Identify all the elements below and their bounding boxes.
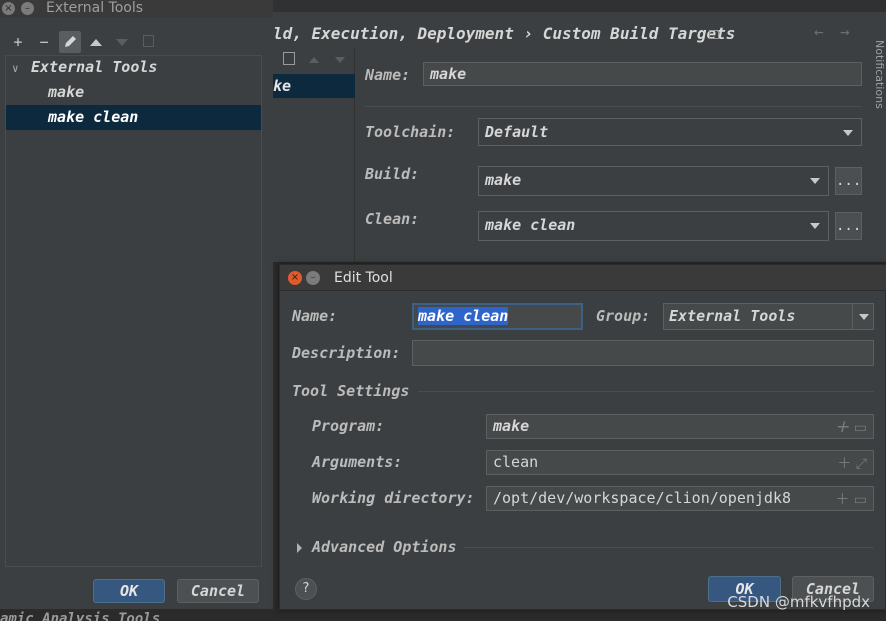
external-tools-window: × – External Tools + − ∨ External Tools … bbox=[0, 0, 273, 621]
divider bbox=[852, 304, 853, 329]
back-arrow-icon[interactable]: ← bbox=[814, 22, 824, 41]
breadcrumb-current: Custom Build Targets bbox=[542, 24, 736, 43]
arrow-up-icon[interactable] bbox=[90, 39, 102, 46]
path-actions: ＋ ▭ bbox=[835, 417, 867, 438]
edit-button[interactable] bbox=[59, 31, 81, 53]
minimize-icon[interactable]: – bbox=[21, 2, 34, 15]
forward-arrow-icon[interactable]: → bbox=[840, 22, 850, 41]
expand-icon[interactable]: ⤢ bbox=[856, 456, 867, 472]
advanced-options-toggle[interactable]: Advanced Options bbox=[312, 538, 457, 556]
layout-icon[interactable] bbox=[709, 30, 719, 39]
pencil-icon bbox=[65, 36, 76, 47]
chevron-down-icon bbox=[859, 314, 869, 320]
settings-top-strip bbox=[273, 0, 886, 12]
group-select[interactable]: External Tools bbox=[663, 303, 874, 330]
watermark: CSDN @mfkvfhpdx bbox=[727, 593, 870, 611]
folder-icon[interactable]: ▭ bbox=[854, 420, 867, 436]
build-select[interactable]: make bbox=[478, 166, 829, 196]
arguments-value: clean bbox=[493, 453, 539, 471]
build-value: make bbox=[485, 171, 522, 189]
toolchain-value: Default bbox=[485, 123, 549, 141]
working-directory-label: Working directory: bbox=[312, 489, 475, 507]
add-icon[interactable]: + bbox=[7, 31, 29, 53]
group-label: Group: bbox=[596, 307, 651, 325]
divider bbox=[418, 391, 874, 392]
path-actions: ＋ ⤢ bbox=[837, 453, 867, 474]
working-directory-value: /opt/dev/workspace/clion/openjdk8 bbox=[493, 489, 792, 507]
notifications-side-tab[interactable]: Notifications bbox=[874, 40, 886, 190]
edit-tool-titlebar: × – Edit Tool bbox=[280, 265, 886, 291]
expand-arrow-icon[interactable] bbox=[297, 543, 302, 553]
description-label: Description: bbox=[292, 344, 401, 362]
tree-group-external-tools[interactable]: External Tools bbox=[31, 58, 157, 76]
build-targets-list: ke bbox=[273, 48, 355, 262]
breadcrumb-separator: › bbox=[523, 24, 534, 43]
bottom-tree-item: amic Analysis Tools bbox=[0, 609, 273, 621]
clean-label: Clean: bbox=[365, 210, 420, 228]
build-label: Build: bbox=[365, 165, 420, 183]
insert-macro-icon[interactable]: ＋ bbox=[835, 492, 849, 508]
breadcrumb: ld, Execution, Deployment › Custom Build… bbox=[273, 24, 735, 43]
help-button[interactable]: ? bbox=[295, 578, 317, 600]
program-value: make bbox=[493, 417, 530, 435]
close-icon[interactable]: × bbox=[2, 2, 15, 15]
tool-name-input[interactable]: make clean bbox=[412, 303, 583, 330]
chevron-down-icon bbox=[843, 130, 853, 136]
edit-tool-dialog: × – Edit Tool Name: make clean Group: Ex… bbox=[279, 264, 886, 610]
close-icon[interactable]: × bbox=[288, 271, 302, 285]
tool-settings-title: Tool Settings bbox=[292, 382, 410, 400]
clean-select[interactable]: make clean bbox=[478, 211, 829, 241]
arguments-input[interactable]: clean ＋ ⤢ bbox=[486, 450, 874, 475]
clean-browse-button[interactable]: ... bbox=[835, 212, 862, 240]
build-browse-button[interactable]: ... bbox=[835, 167, 862, 195]
arrow-down-icon[interactable] bbox=[116, 39, 128, 46]
arguments-label: Arguments: bbox=[312, 453, 403, 471]
breadcrumb-path[interactable]: ld, Execution, Deployment bbox=[273, 24, 514, 43]
copy-icon[interactable] bbox=[143, 35, 154, 47]
settings-window: ld, Execution, Deployment › Custom Build… bbox=[273, 0, 886, 262]
program-label: Program: bbox=[312, 417, 385, 435]
name-label: Name: bbox=[292, 307, 338, 325]
expand-arrow-icon[interactable]: ∨ bbox=[12, 62, 19, 75]
tree-item-make[interactable]: make bbox=[48, 83, 84, 101]
bottom-tree-item-label: amic Analysis Tools bbox=[0, 611, 161, 621]
toolchain-select[interactable]: Default bbox=[478, 118, 862, 146]
group-value: External Tools bbox=[669, 307, 796, 325]
clean-value: make clean bbox=[485, 216, 576, 234]
name-label: Name: bbox=[365, 66, 411, 84]
divider bbox=[464, 547, 874, 548]
minimize-icon[interactable]: – bbox=[306, 271, 320, 285]
toolchain-label: Toolchain: bbox=[365, 123, 456, 141]
description-input[interactable] bbox=[412, 340, 874, 366]
chevron-down-icon bbox=[810, 223, 820, 229]
insert-macro-icon[interactable]: ＋ bbox=[835, 420, 849, 436]
tools-tree: ∨ External Tools make make clean bbox=[5, 55, 262, 567]
program-input[interactable]: make ＋ ▭ bbox=[486, 414, 874, 439]
notifications-tab-label: Notifications bbox=[874, 40, 886, 109]
tool-name-value: make clean bbox=[418, 307, 509, 325]
working-directory-input[interactable]: /opt/dev/workspace/clion/openjdk8 ＋ ▭ bbox=[486, 486, 874, 511]
tree-item-make-clean[interactable]: make clean bbox=[48, 108, 138, 126]
ok-button[interactable]: OK bbox=[93, 579, 165, 603]
edit-tool-title: Edit Tool bbox=[334, 270, 393, 286]
divider bbox=[365, 106, 862, 107]
remove-icon[interactable]: − bbox=[33, 31, 55, 53]
chevron-down-icon bbox=[810, 178, 820, 184]
cancel-button[interactable]: Cancel bbox=[177, 579, 259, 603]
path-actions: ＋ ▭ bbox=[835, 489, 867, 510]
target-name-input[interactable]: make bbox=[423, 62, 862, 86]
external-tools-titlebar: × – External Tools bbox=[0, 0, 273, 18]
folder-icon[interactable]: ▭ bbox=[854, 492, 867, 508]
insert-macro-icon[interactable]: ＋ bbox=[837, 456, 851, 472]
list-item[interactable]: ke bbox=[273, 74, 355, 98]
external-tools-title: External Tools bbox=[46, 0, 144, 16]
